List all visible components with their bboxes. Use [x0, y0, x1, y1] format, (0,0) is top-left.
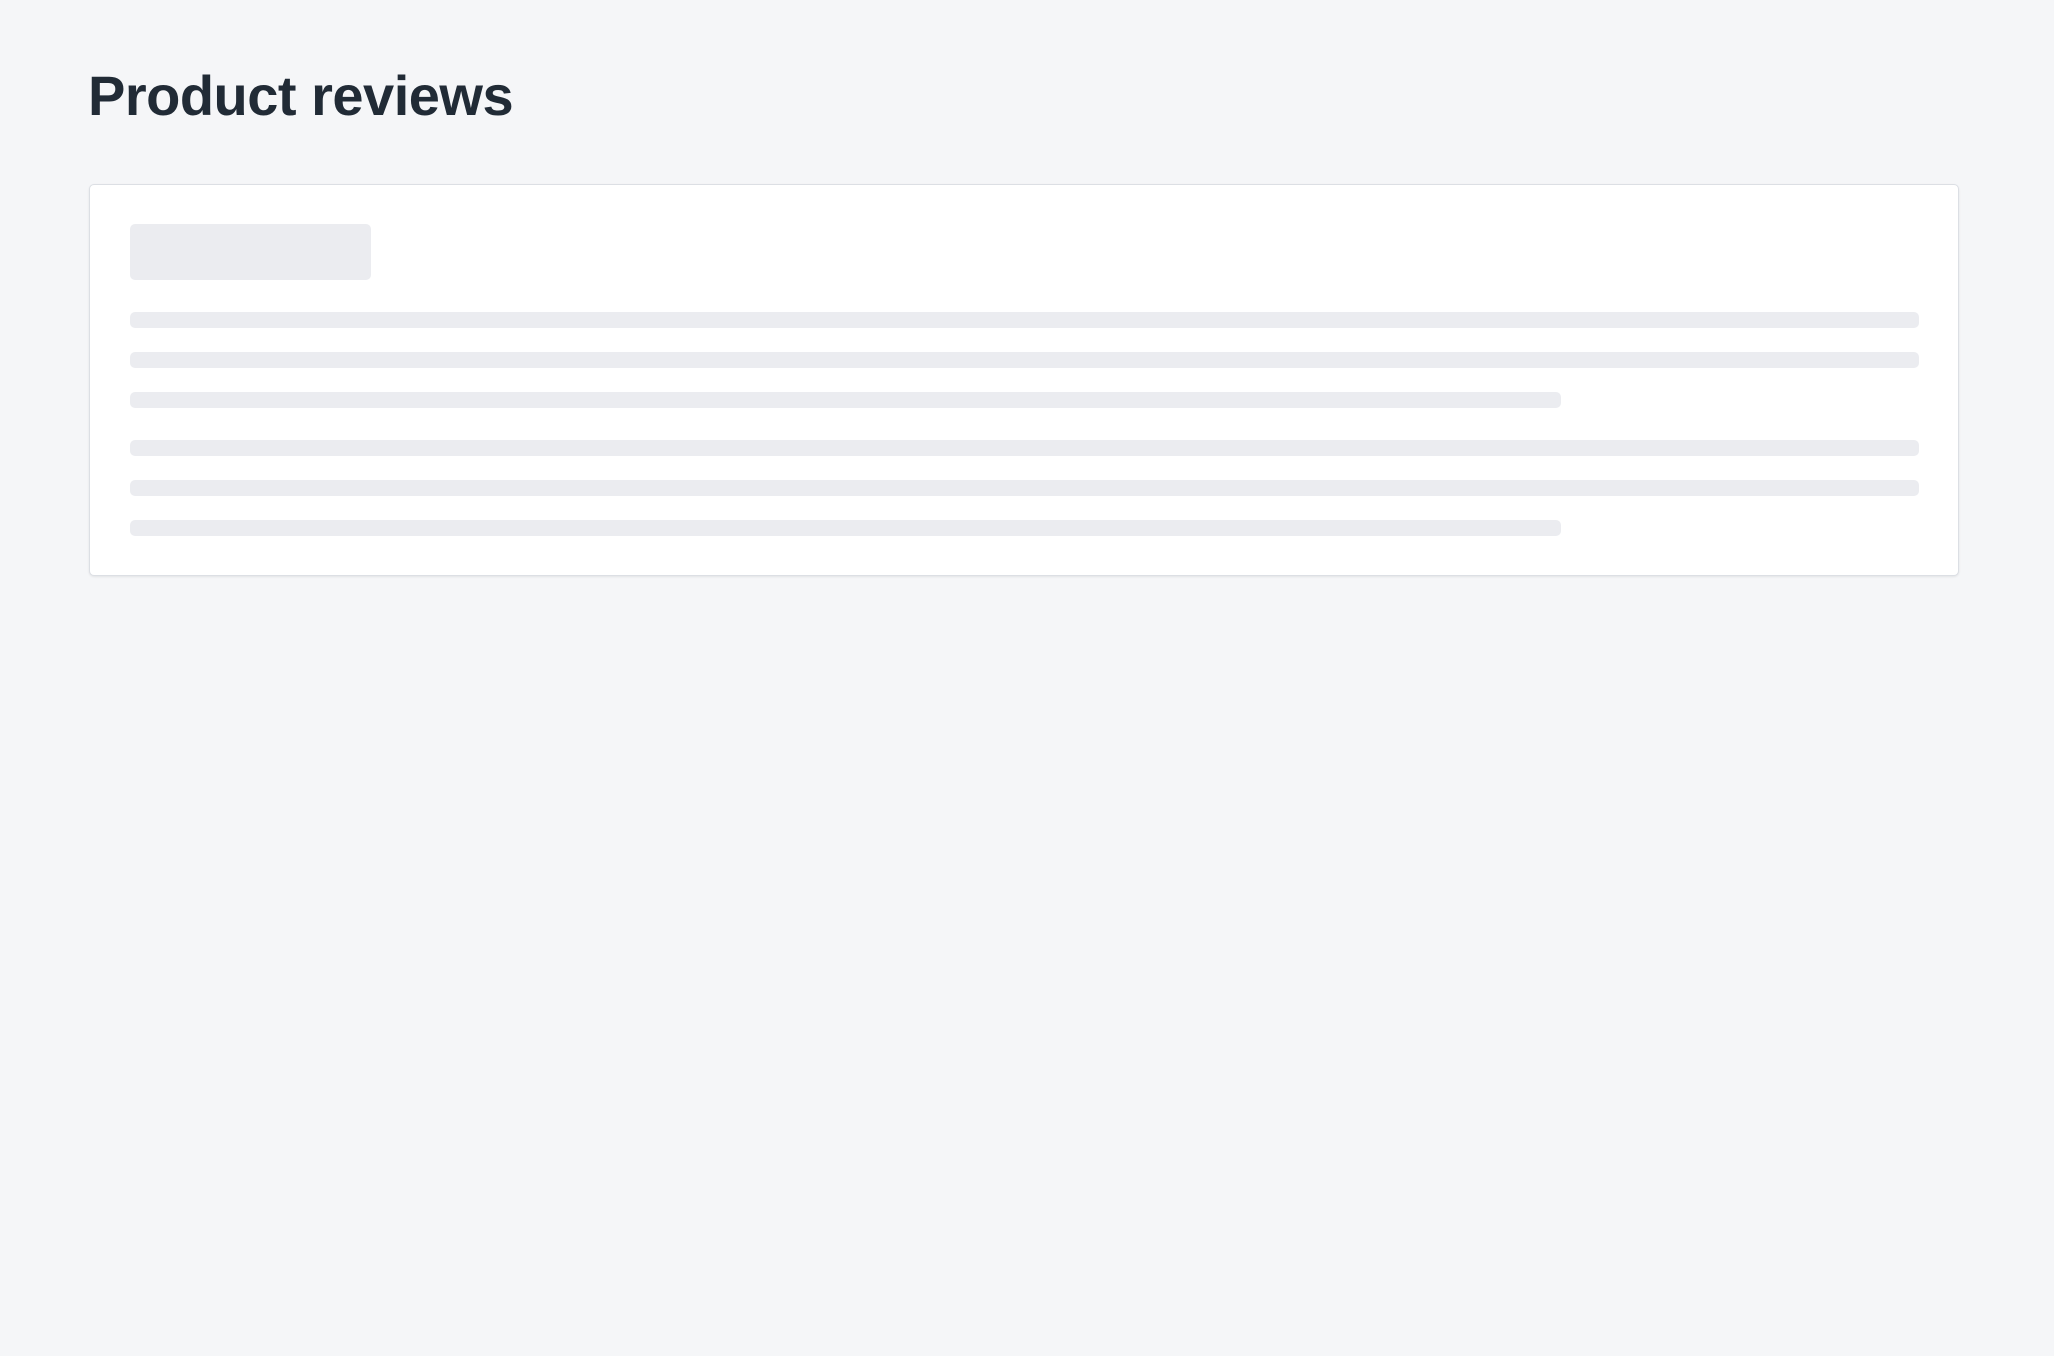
skeleton-line	[130, 392, 1561, 408]
skeleton-line	[130, 440, 1919, 456]
skeleton-line	[130, 520, 1561, 536]
page-title: Product reviews	[88, 64, 514, 127]
reviews-loading-card	[89, 184, 1959, 576]
skeleton-line	[130, 480, 1919, 496]
skeleton-line	[130, 312, 1919, 328]
skeleton-line	[130, 352, 1919, 368]
skeleton-heading	[130, 224, 371, 280]
